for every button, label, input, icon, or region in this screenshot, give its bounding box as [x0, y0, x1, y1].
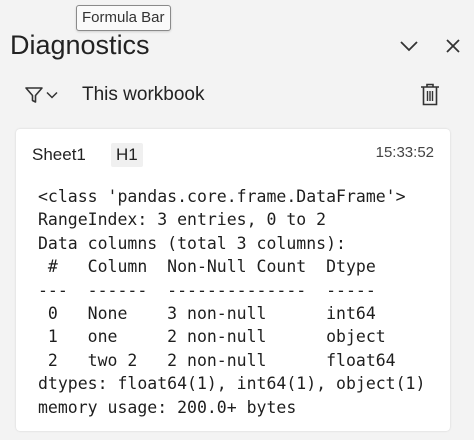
output-line: 1 one 2 non-null object	[38, 327, 386, 347]
chevron-down-icon	[400, 41, 418, 52]
diagnostic-card: Sheet1 H1 15:33:52 <class 'pandas.core.f…	[16, 129, 450, 431]
clear-button[interactable]	[416, 80, 444, 110]
output-line: 2 two 2 2 non-null float64	[38, 350, 396, 370]
trash-icon	[421, 83, 439, 106]
output-line: Data columns (total 3 columns):	[38, 233, 346, 253]
collapse-button[interactable]	[395, 32, 423, 60]
pane-title: Diagnostics	[10, 30, 150, 60]
output-line: memory usage: 200.0+ bytes	[38, 397, 297, 417]
card-header: Sheet1 H1 15:33:52	[32, 143, 434, 167]
toolbar: This workbook	[0, 78, 474, 112]
cell-reference-badge[interactable]: H1	[111, 143, 143, 167]
close-icon	[446, 39, 460, 53]
pane-header: Diagnostics	[0, 24, 474, 70]
formula-bar-tooltip: Formula Bar	[76, 5, 171, 31]
output-line: <class 'pandas.core.frame.DataFrame'>	[38, 187, 406, 206]
filter-icon	[25, 87, 43, 103]
diagnostic-output: <class 'pandas.core.frame.DataFrame'> Ra…	[38, 185, 425, 419]
timestamp: 15:33:52	[375, 144, 434, 161]
output-line: dtypes: float64(1), int64(1), object(1)	[38, 374, 426, 394]
close-button[interactable]	[439, 32, 467, 60]
output-line: --- ------ -------------- -----	[38, 280, 376, 300]
filter-dropdown-chevron-icon	[46, 91, 58, 99]
output-line: RangeIndex: 3 entries, 0 to 2	[38, 210, 327, 230]
filter-button[interactable]	[24, 81, 64, 109]
output-line: 0 None 3 non-null int64	[38, 304, 376, 324]
sheet-name: Sheet1	[32, 145, 86, 164]
scope-label: This workbook	[82, 84, 205, 105]
output-line: # Column Non-Null Count Dtype	[38, 257, 376, 277]
